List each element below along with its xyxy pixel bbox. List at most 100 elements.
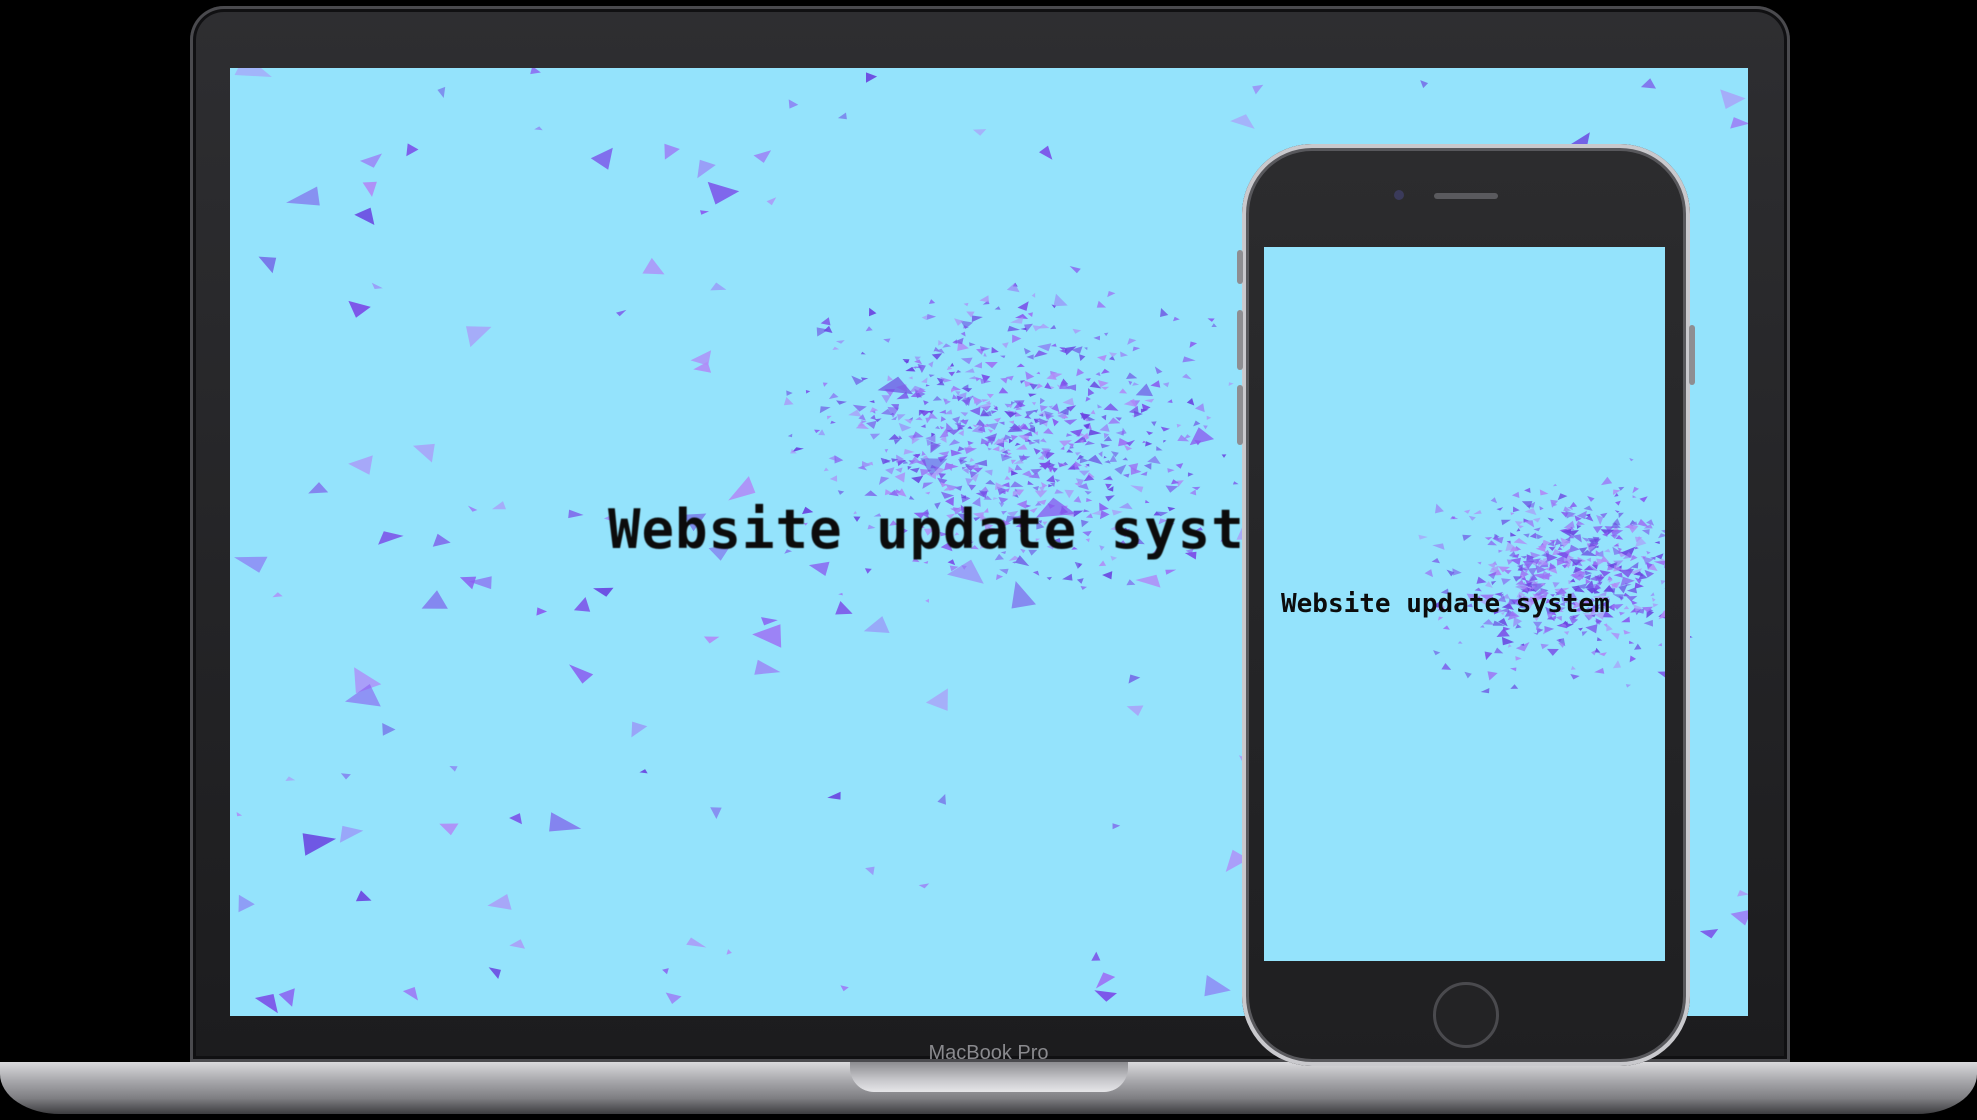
- particle-shape: [952, 416, 960, 424]
- particle-shape: [1539, 506, 1544, 511]
- particle-shape: [1163, 440, 1167, 443]
- particle-shape: [1570, 674, 1580, 680]
- particle-shape: [700, 210, 709, 215]
- particle-shape: [1103, 455, 1107, 459]
- particle-shape: [1146, 431, 1154, 436]
- particle-shape: [894, 472, 906, 483]
- particle-shape: [362, 181, 377, 197]
- particle-shape: [1110, 451, 1119, 458]
- particle-shape: [1087, 388, 1095, 397]
- particle-shape: [1008, 420, 1015, 425]
- particle-shape: [1006, 448, 1011, 452]
- particle-shape: [1613, 572, 1623, 578]
- particle-shape: [1079, 457, 1089, 464]
- particle-shape: [1595, 647, 1601, 653]
- particle-shape: [1098, 451, 1103, 458]
- particle-shape: [1585, 570, 1593, 576]
- particle-shape: [686, 937, 707, 948]
- particle-shape: [830, 420, 836, 424]
- particle-shape: [920, 424, 926, 428]
- page-title: Website update system: [1281, 589, 1610, 619]
- particle-shape: [272, 592, 283, 598]
- particle-shape: [1147, 455, 1161, 464]
- particle-shape: [958, 430, 964, 437]
- particle-shape: [1104, 460, 1111, 464]
- particle-shape: [960, 357, 973, 365]
- particle-shape: [1533, 527, 1541, 532]
- particle-shape: [1664, 588, 1665, 589]
- particle-shape: [866, 72, 878, 83]
- particle-shape: [946, 429, 961, 435]
- particle-shape: [1101, 414, 1107, 421]
- particle-shape: [1501, 578, 1511, 585]
- particle-shape: [1563, 520, 1575, 528]
- particle-shape: [1515, 642, 1530, 652]
- particle-shape: [1080, 586, 1087, 590]
- particle-shape: [827, 791, 841, 800]
- particle-shape: [986, 393, 994, 399]
- particle-shape: [1062, 397, 1075, 406]
- particle-shape: [1007, 325, 1021, 332]
- particle-shape: [766, 197, 777, 206]
- particle-shape: [1535, 533, 1544, 540]
- particle-shape: [752, 624, 782, 648]
- particle-shape: [928, 299, 936, 304]
- particle-shape: [1189, 341, 1198, 348]
- particle-shape: [432, 533, 451, 547]
- particle-shape: [840, 985, 849, 992]
- particle-shape: [1091, 951, 1101, 961]
- particle-shape: [823, 467, 829, 472]
- particle-shape: [1625, 582, 1632, 587]
- particle-shape: [1547, 648, 1559, 656]
- particle-shape: [838, 592, 843, 596]
- particle-shape: [969, 342, 976, 347]
- particle-shape: [869, 400, 875, 404]
- particle-shape: [1488, 571, 1497, 580]
- particle-shape: [1552, 483, 1557, 487]
- particle-shape: [891, 416, 898, 420]
- particle-shape: [1615, 500, 1621, 506]
- particle-shape: [1054, 478, 1061, 483]
- particle-shape: [835, 340, 845, 344]
- particle-shape: [981, 399, 989, 402]
- particle-shape: [885, 467, 895, 475]
- particle-shape: [971, 315, 983, 323]
- particle-shape: [437, 86, 446, 98]
- particle-shape: [992, 445, 1000, 452]
- particle-shape: [534, 126, 543, 131]
- particle-shape: [1699, 929, 1719, 939]
- particle-shape: [1000, 355, 1006, 359]
- particle-shape: [918, 883, 930, 889]
- particle-shape: [940, 416, 947, 422]
- particle-shape: [983, 352, 987, 357]
- particle-shape: [1640, 78, 1656, 89]
- particle-shape: [1634, 643, 1642, 650]
- particle-shape: [863, 616, 890, 633]
- particle-shape: [1128, 380, 1133, 386]
- particle-shape: [1576, 525, 1582, 529]
- home-button[interactable]: [1433, 982, 1499, 1048]
- particle-shape: [569, 664, 594, 684]
- particle-shape: [1653, 560, 1665, 566]
- particle-shape: [1598, 652, 1607, 657]
- particle-shape: [1104, 332, 1109, 337]
- particle-shape: [1066, 449, 1074, 453]
- particle-shape: [837, 490, 845, 495]
- particle-shape: [1629, 655, 1637, 663]
- phone-volume-button: [1237, 250, 1243, 284]
- particle-shape: [1720, 89, 1746, 109]
- particle-shape: [954, 318, 964, 326]
- particle-shape: [930, 441, 941, 454]
- particle-shape: [1145, 441, 1153, 447]
- particle-shape: [922, 482, 934, 489]
- particle-shape: [964, 447, 977, 454]
- particle-shape: [904, 419, 913, 424]
- particle-shape: [1532, 517, 1541, 523]
- particle-shape: [893, 439, 901, 445]
- particle-shape: [278, 988, 295, 1007]
- particle-shape: [935, 425, 940, 430]
- particle-shape: [1576, 520, 1585, 526]
- particle-shape: [1036, 371, 1041, 375]
- particle-shape: [1228, 382, 1234, 386]
- particle-shape: [1660, 580, 1665, 585]
